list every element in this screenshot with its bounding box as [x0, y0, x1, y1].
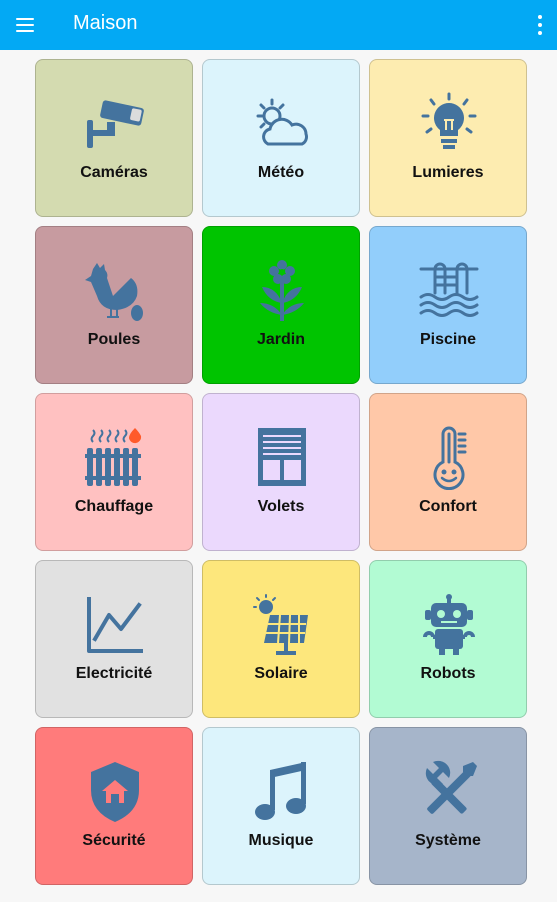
- tile-label: Piscine: [419, 331, 477, 348]
- tile-label: Météo: [257, 164, 305, 181]
- tile-label: Electricité: [75, 665, 153, 682]
- tile-confort[interactable]: Confort: [369, 393, 527, 551]
- tile-label: Caméras: [80, 164, 148, 181]
- menu-icon[interactable]: [14, 13, 38, 37]
- tile-label: Sécurité: [82, 832, 146, 849]
- flower-icon: [252, 259, 312, 323]
- tile-label: Musique: [248, 832, 314, 849]
- tile-label: Chauffage: [74, 498, 154, 515]
- tile-musique[interactable]: Musique: [202, 727, 360, 885]
- tile-chauffage[interactable]: Chauffage: [35, 393, 193, 551]
- tile-electricite[interactable]: Electricité: [35, 560, 193, 718]
- tile-solaire[interactable]: Solaire: [202, 560, 360, 718]
- page-title: Maison: [73, 12, 138, 34]
- thermometer-smile-icon: [419, 426, 479, 490]
- tile-label: Poules: [87, 331, 141, 348]
- cctv-camera-icon: [85, 92, 145, 156]
- tile-jardin[interactable]: Jardin: [202, 226, 360, 384]
- tile-label: Lumieres: [412, 164, 484, 181]
- shield-home-icon: [85, 760, 145, 824]
- radiator-icon: [85, 426, 145, 490]
- music-note-icon: [252, 760, 312, 824]
- lightbulb-icon: [419, 92, 479, 156]
- robot-icon: [419, 593, 479, 657]
- more-vert-icon[interactable]: [533, 13, 547, 37]
- tile-cameras[interactable]: Caméras: [35, 59, 193, 217]
- tile-volets[interactable]: Volets: [202, 393, 360, 551]
- pool-icon: [419, 259, 479, 323]
- weather-partly-cloudy-icon: [252, 92, 312, 156]
- tile-poules[interactable]: Poules: [35, 226, 193, 384]
- tile-securite[interactable]: Sécurité: [35, 727, 193, 885]
- tile-label: Volets: [257, 498, 305, 515]
- tile-label: Confort: [419, 498, 477, 515]
- tile-label: Robots: [420, 665, 476, 682]
- tile-grid: Caméras Météo Lumieres Poules Jardin Pis…: [35, 59, 527, 885]
- tile-meteo[interactable]: Météo: [202, 59, 360, 217]
- tile-systeme[interactable]: Système: [369, 727, 527, 885]
- tools-icon: [419, 760, 479, 824]
- chicken-egg-icon: [85, 259, 145, 323]
- tile-robots[interactable]: Robots: [369, 560, 527, 718]
- top-app-bar: Maison: [0, 0, 557, 50]
- tile-label: Système: [415, 832, 481, 849]
- tile-label: Jardin: [256, 331, 305, 348]
- tile-piscine[interactable]: Piscine: [369, 226, 527, 384]
- tile-label: Solaire: [254, 665, 308, 682]
- tile-lumieres[interactable]: Lumieres: [369, 59, 527, 217]
- solar-panel-icon: [252, 593, 312, 657]
- chart-line-icon: [85, 593, 145, 657]
- window-shutter-icon: [252, 426, 312, 490]
